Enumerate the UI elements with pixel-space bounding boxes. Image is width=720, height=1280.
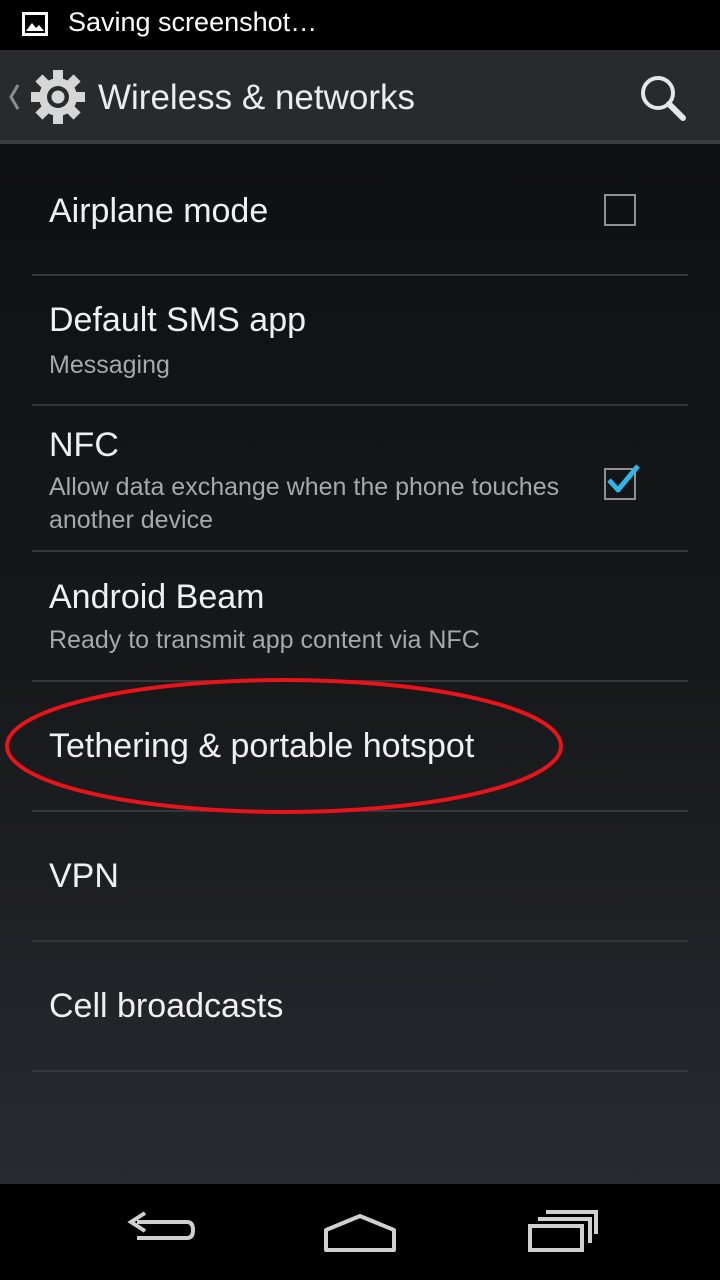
divider xyxy=(32,1070,688,1072)
chevron-left-icon xyxy=(9,84,20,110)
recent-apps-icon[interactable] xyxy=(518,1200,608,1260)
setting-android-beam[interactable]: Android Beam Ready to transmit app conte… xyxy=(0,552,720,680)
setting-title: VPN xyxy=(49,857,119,895)
setting-default-sms-app[interactable]: Default SMS app Messaging xyxy=(0,276,720,404)
navigation-bar xyxy=(0,1184,720,1280)
setting-title: Cell broadcasts xyxy=(49,987,284,1025)
setting-title: Android Beam xyxy=(49,578,265,616)
search-button[interactable] xyxy=(632,70,692,126)
setting-tethering-hotspot[interactable]: Tethering & portable hotspot xyxy=(0,682,720,810)
page-title: Wireless & networks xyxy=(98,78,416,117)
screen: Saving screenshot… Wireless & networks A… xyxy=(0,0,720,1280)
image-icon xyxy=(22,12,48,36)
setting-summary: Allow data exchange when the phone touch… xyxy=(49,473,560,534)
status-notification-text: Saving screenshot… xyxy=(68,7,318,37)
airplane-mode-checkbox[interactable] xyxy=(604,194,636,226)
home-icon[interactable] xyxy=(315,1200,405,1260)
search-icon xyxy=(641,76,686,121)
setting-summary: Messaging xyxy=(49,351,170,379)
setting-cell-broadcasts[interactable]: Cell broadcasts xyxy=(0,942,720,1070)
setting-title: Default SMS app xyxy=(49,301,307,339)
back-icon[interactable] xyxy=(115,1200,205,1260)
settings-list: Airplane mode Default SMS app Messaging … xyxy=(0,144,720,1184)
action-bar: Wireless & networks xyxy=(0,50,720,144)
setting-title: Airplane mode xyxy=(49,192,269,230)
setting-summary: Ready to transmit app content via NFC xyxy=(49,626,480,654)
setting-vpn[interactable]: VPN xyxy=(0,812,720,940)
nfc-checkbox[interactable] xyxy=(600,460,644,500)
gear-icon xyxy=(31,70,85,124)
setting-title: NFC xyxy=(49,426,119,464)
status-bar: Saving screenshot… xyxy=(0,0,720,50)
setting-nfc[interactable]: NFC Allow data exchange when the phone t… xyxy=(0,406,720,550)
setting-title: Tethering & portable hotspot xyxy=(49,727,475,765)
setting-airplane-mode[interactable]: Airplane mode xyxy=(0,144,720,274)
